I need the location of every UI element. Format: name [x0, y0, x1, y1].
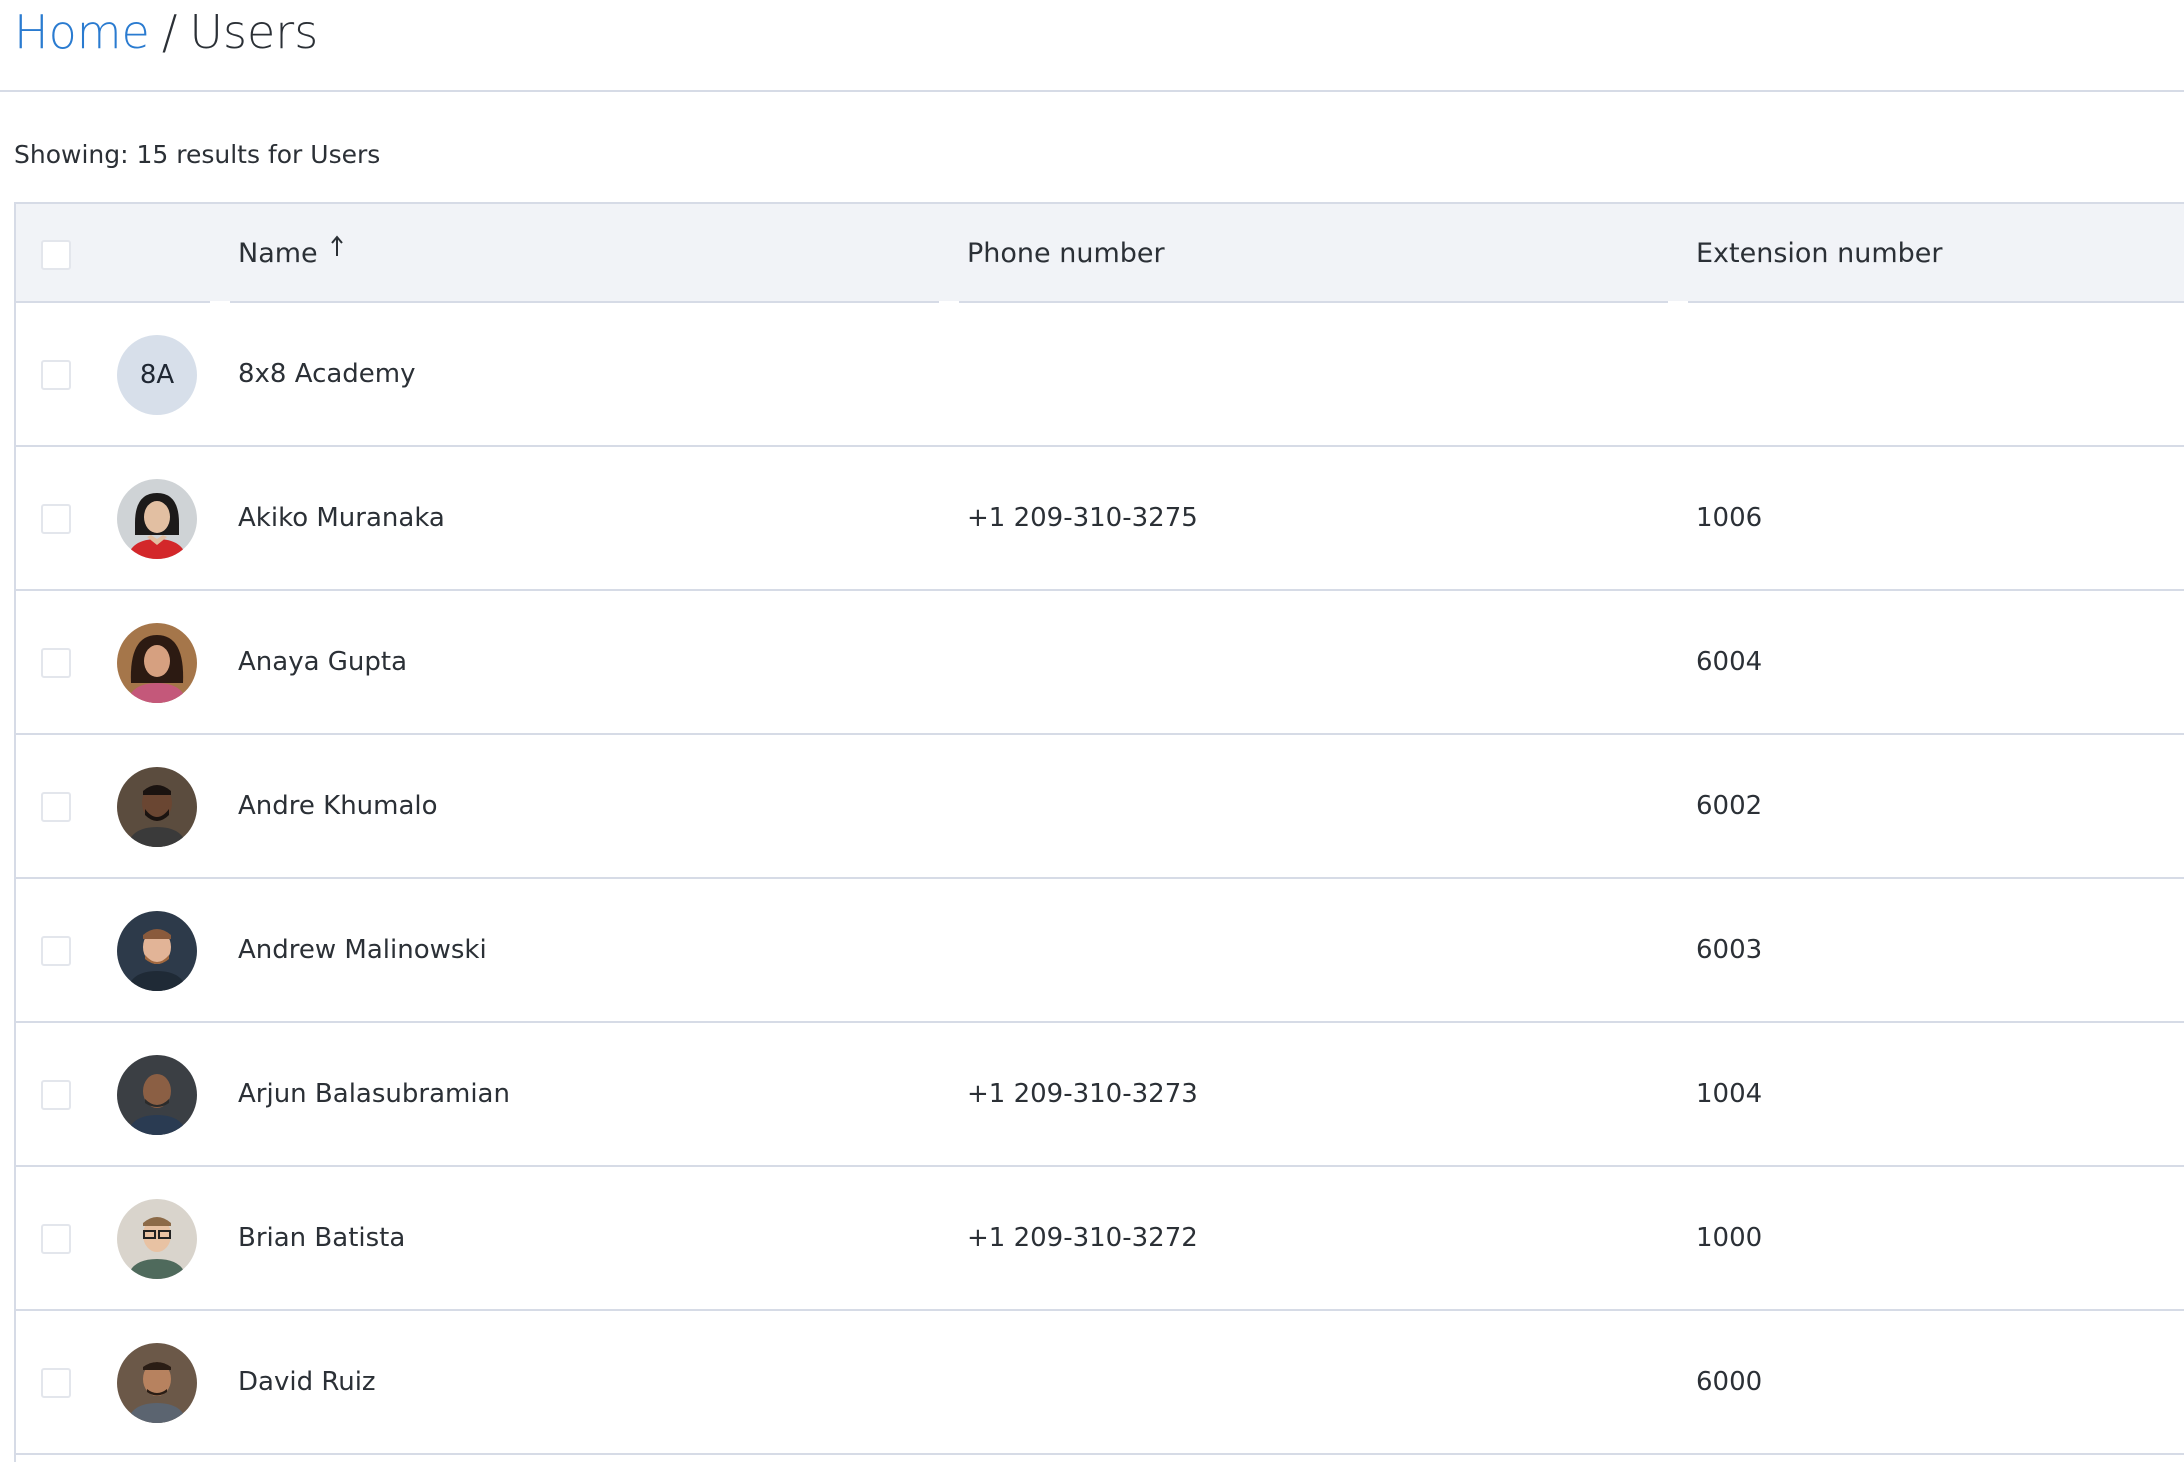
avatar: 8A: [117, 335, 197, 415]
avatar: [117, 1055, 197, 1135]
column-header-extension[interactable]: Extension number: [1696, 204, 1943, 303]
avatar: [117, 479, 197, 559]
user-extension: 1000: [1696, 1223, 1763, 1253]
user-name[interactable]: 8x8 Academy: [238, 303, 416, 445]
table-header: Name Phone number Extension number: [16, 204, 2184, 303]
table-row[interactable]: Andrew Malinowski 6003: [16, 879, 2184, 1023]
user-name[interactable]: Brian Batista: [238, 1167, 405, 1309]
row-checkbox[interactable]: [41, 648, 71, 678]
row-checkbox[interactable]: [41, 1080, 71, 1110]
breadcrumb-separator: /: [161, 5, 178, 59]
breadcrumb: Home / Users: [14, 2, 318, 62]
table-row[interactable]: 8A 8x8 Academy: [16, 303, 2184, 447]
table-row[interactable]: Brian Batista +1 209-310-3272 1000: [16, 1167, 2184, 1311]
row-checkbox[interactable]: [41, 1368, 71, 1398]
column-header-name-label: Name: [238, 238, 318, 269]
select-all-checkbox[interactable]: [41, 240, 71, 270]
table-row[interactable]: Arjun Balasubramian +1 209-310-3273 1004: [16, 1023, 2184, 1167]
column-header-phone[interactable]: Phone number: [967, 204, 1165, 303]
breadcrumb-home-link[interactable]: Home: [14, 5, 150, 59]
row-checkbox[interactable]: [41, 360, 71, 390]
users-table: Name Phone number Extension number 8A 8x…: [14, 202, 2184, 1462]
avatar: [117, 1199, 197, 1279]
avatar: [117, 767, 197, 847]
user-phone: +1 209-310-3275: [967, 503, 1198, 533]
row-checkbox[interactable]: [41, 504, 71, 534]
user-name[interactable]: David Ruiz: [238, 1311, 376, 1453]
arrow-up-icon: [330, 233, 344, 264]
row-checkbox[interactable]: [41, 936, 71, 966]
user-name[interactable]: Andre Khumalo: [238, 735, 438, 877]
avatar: [117, 911, 197, 991]
user-name[interactable]: Akiko Muranaka: [238, 447, 445, 589]
user-extension: 6004: [1696, 647, 1763, 677]
user-extension: 1004: [1696, 1079, 1763, 1109]
user-phone: +1 209-310-3272: [967, 1223, 1198, 1253]
user-extension: 6002: [1696, 791, 1763, 821]
user-name[interactable]: Andrew Malinowski: [238, 879, 487, 1021]
table-row[interactable]: Anaya Gupta 6004: [16, 591, 2184, 735]
user-extension: 6000: [1696, 1367, 1763, 1397]
breadcrumb-current: Users: [189, 5, 319, 59]
user-phone: +1 209-310-3273: [967, 1079, 1198, 1109]
row-checkbox[interactable]: [41, 1224, 71, 1254]
avatar: [117, 1343, 197, 1423]
avatar: [117, 623, 197, 703]
table-row[interactable]: David Ruiz 6000: [16, 1311, 2184, 1455]
table-row[interactable]: Andre Khumalo 6002: [16, 735, 2184, 879]
table-row[interactable]: Akiko Muranaka +1 209-310-3275 1006: [16, 447, 2184, 591]
user-name[interactable]: Anaya Gupta: [238, 591, 407, 733]
user-extension: 6003: [1696, 935, 1763, 965]
avatar-initials: 8A: [139, 360, 175, 390]
header-divider: [0, 90, 2184, 92]
user-name[interactable]: Arjun Balasubramian: [238, 1023, 510, 1165]
results-summary: Showing: 15 results for Users: [14, 140, 381, 169]
row-checkbox[interactable]: [41, 792, 71, 822]
column-header-name[interactable]: Name: [238, 204, 344, 303]
user-extension: 1006: [1696, 503, 1763, 533]
